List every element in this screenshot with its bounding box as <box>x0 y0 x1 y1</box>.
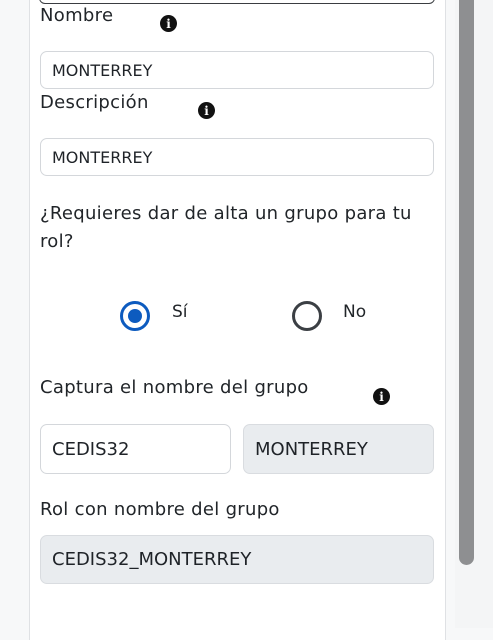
info-icon[interactable]: i <box>373 388 390 405</box>
descripcion-input[interactable]: MONTERREY <box>40 138 434 176</box>
scrollbar-thumb[interactable] <box>459 0 474 565</box>
grupo-suffix-field: MONTERREY <box>243 424 434 474</box>
nombre-input[interactable]: MONTERREY <box>40 51 434 89</box>
rol-grupo-label: Rol con nombre del grupo <box>40 499 280 520</box>
info-icon[interactable]: i <box>198 102 215 119</box>
previous-field-edge[interactable] <box>39 0 435 4</box>
grupo-question: ¿Requieres dar de alta un grupo para tu … <box>40 203 412 252</box>
grupo-input[interactable]: CEDIS32 <box>40 424 231 474</box>
radio-yes[interactable] <box>120 301 150 331</box>
radio-no-label[interactable]: No <box>343 302 366 322</box>
radio-no[interactable] <box>292 301 322 331</box>
grupo-label: Captura el nombre del grupo <box>40 377 309 398</box>
rol-grupo-field: CEDIS32_MONTERREY <box>40 535 434 584</box>
nombre-label: Nombre <box>40 5 114 26</box>
descripcion-label: Descripción <box>40 92 149 113</box>
radio-yes-label[interactable]: Sí <box>172 302 188 322</box>
info-icon[interactable]: i <box>160 15 177 32</box>
